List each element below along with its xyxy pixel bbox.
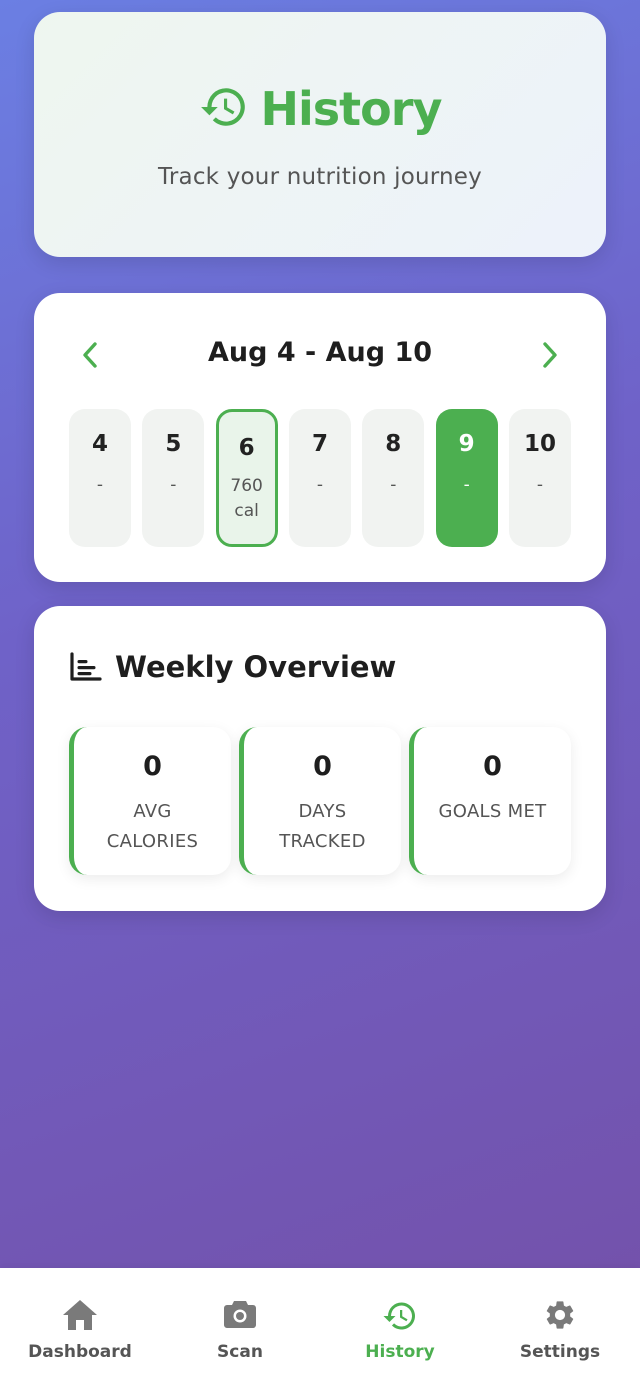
stat-value: 0	[143, 751, 162, 782]
header-card: History Track your nutrition journey	[34, 12, 606, 257]
week-range-label: Aug 4 - Aug 10	[207, 337, 433, 368]
days-row: 4 - 5 - 6 760 cal 7 - 8 - 9 - 10 -	[69, 409, 571, 547]
day-number: 9	[458, 431, 475, 457]
next-week-button[interactable]	[532, 333, 568, 377]
overview-title: Weekly Overview	[115, 650, 397, 684]
day-calories-value: -	[390, 475, 397, 495]
bottom-navigation: Dashboard Scan History Settings	[0, 1268, 640, 1387]
page-title: History	[260, 82, 443, 136]
day-calories-value: -	[96, 475, 104, 495]
stat-label: AVG CALORIES	[84, 797, 221, 857]
day-number: 7	[311, 431, 328, 457]
day-number: 10	[523, 431, 556, 457]
day-calories: -	[436, 473, 498, 498]
day-calories: -	[289, 473, 351, 498]
nav-icon-wrap	[480, 1298, 640, 1332]
day-number: 8	[385, 431, 402, 457]
day-calories: -	[142, 473, 204, 498]
stat-label-line: AVG	[133, 801, 172, 822]
day-cell-today[interactable]: 9 -	[435, 409, 498, 547]
day-number: 4	[91, 431, 108, 457]
nav-icon-wrap	[320, 1298, 480, 1334]
nav-item-scan[interactable]: Scan	[160, 1268, 320, 1387]
week-calendar-card: Aug 4 - Aug 10 4 - 5 - 6 760 cal 7 - 8 -…	[34, 293, 606, 582]
stat-card-avg-calories: 0 AVG CALORIES	[69, 727, 231, 875]
stat-card-days-tracked: 0 DAYS TRACKED	[239, 727, 401, 875]
stat-label-line: GOALS MET	[438, 801, 547, 822]
day-cell[interactable]: 4 -	[69, 409, 131, 547]
day-calories-value: -	[463, 475, 470, 495]
day-cell[interactable]: 5 -	[142, 409, 205, 547]
day-calories-unit: cal	[234, 501, 259, 521]
gear-icon	[546, 1301, 574, 1329]
bar-chart-icon	[70, 652, 102, 681]
nav-icon-wrap	[160, 1298, 320, 1330]
nav-label: History	[365, 1342, 435, 1362]
camera-icon	[224, 1301, 256, 1328]
header-title-row: History	[34, 82, 606, 136]
stat-label-line: DAYS	[298, 801, 347, 822]
day-number: 6	[238, 435, 255, 461]
day-number: 5	[165, 431, 182, 457]
day-cell[interactable]: 8 -	[362, 409, 425, 547]
day-calories-value: 760	[230, 476, 263, 496]
stats-row: 0 AVG CALORIES 0 DAYS TRACKED 0 GOALS ME…	[69, 727, 571, 875]
home-icon	[63, 1300, 97, 1330]
nav-label: Dashboard	[28, 1342, 132, 1362]
stat-value: 0	[313, 751, 332, 782]
stat-value: 0	[483, 751, 502, 782]
weekly-overview-card: Weekly Overview 0 AVG CALORIES 0 DAYS TR…	[34, 606, 606, 911]
day-calories: -	[509, 473, 571, 498]
day-calories: 760 cal	[219, 474, 275, 524]
day-cell[interactable]: 10 -	[508, 409, 571, 547]
day-calories: -	[69, 473, 131, 498]
nav-label: Scan	[217, 1342, 263, 1362]
day-cell[interactable]: 7 -	[288, 409, 351, 547]
stat-card-goals-met: 0 GOALS MET	[409, 727, 571, 875]
nav-label: Settings	[519, 1342, 601, 1362]
stat-label: DAYS TRACKED	[254, 797, 391, 857]
overview-title-row: Weekly Overview	[69, 650, 396, 684]
day-calories-value: -	[316, 475, 324, 495]
stat-label-line: TRACKED	[279, 831, 366, 852]
stat-label-line: CALORIES	[106, 831, 199, 852]
day-calories: -	[362, 473, 424, 498]
history-icon	[383, 1302, 415, 1330]
day-calories-value: -	[170, 475, 177, 495]
nav-item-history[interactable]: History	[320, 1268, 480, 1387]
day-calories-value: -	[536, 475, 544, 495]
page-subtitle: Track your nutrition journey	[158, 164, 482, 190]
nav-item-settings[interactable]: Settings	[480, 1268, 640, 1387]
nav-item-dashboard[interactable]: Dashboard	[0, 1268, 160, 1387]
nav-icon-wrap	[0, 1298, 160, 1332]
day-cell-with-data[interactable]: 6 760 cal	[215, 409, 278, 547]
stat-label: GOALS MET	[424, 797, 561, 827]
chevron-right-icon	[543, 342, 557, 368]
history-icon	[199, 82, 249, 136]
